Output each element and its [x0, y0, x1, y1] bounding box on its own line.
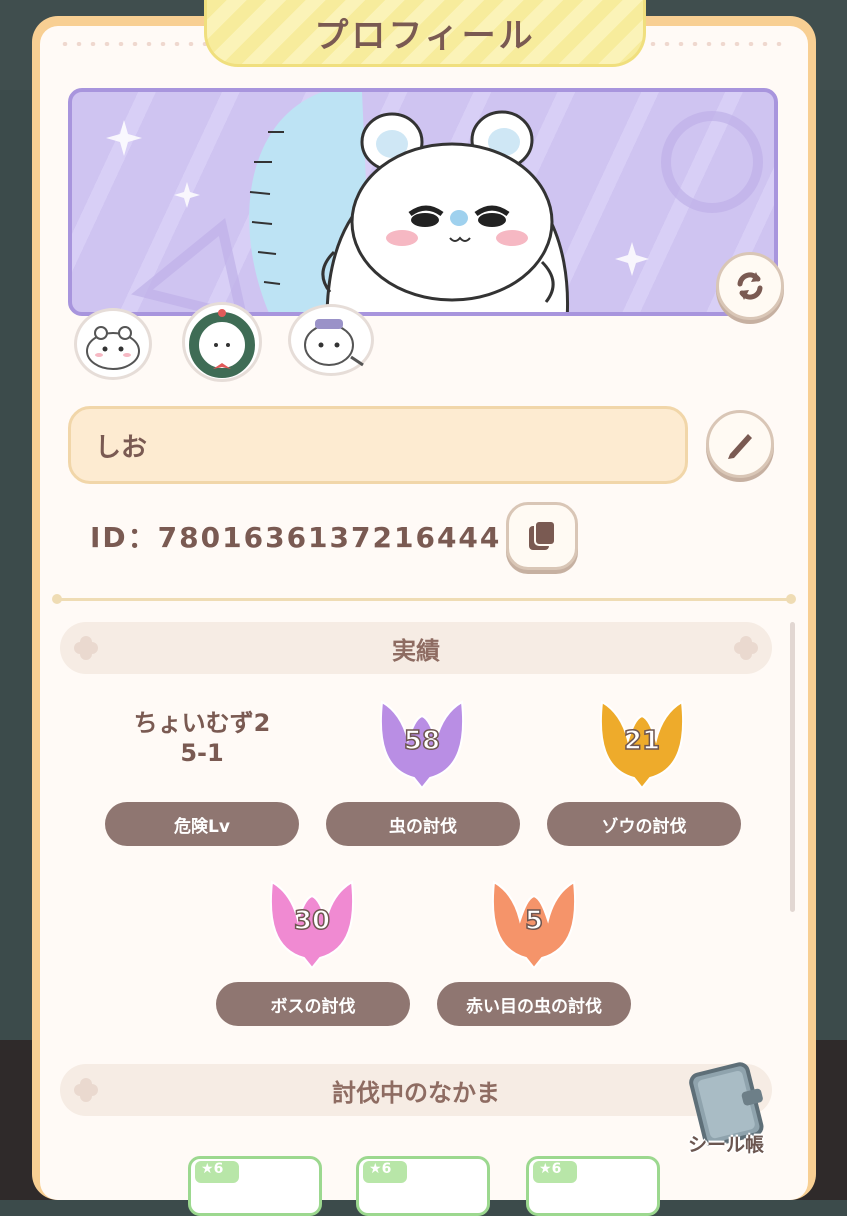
medal-elephant: 21: [594, 700, 690, 796]
player-name-text: しお: [95, 432, 148, 463]
pencil-icon: [728, 434, 752, 459]
red-eye-bug-defeat-label: 赤い目の虫の討伐: [437, 982, 631, 1026]
red-eye-bug-defeat-count: 5: [524, 905, 544, 937]
sticker-wreath[interactable]: [182, 302, 262, 382]
sticker-hamster-tools[interactable]: [288, 304, 374, 376]
danger-level-stage: ちょいむず2: [133, 709, 271, 737]
player-id-label: ID：: [90, 521, 158, 554]
danger-level-value: ちょいむず2 5-1: [104, 708, 300, 768]
companion-star-badge: ★6: [363, 1161, 407, 1183]
companion-card[interactable]: ★6: [188, 1156, 322, 1216]
danger-level-sub: 5-1: [180, 739, 224, 767]
bug-defeat-label: 虫の討伐: [326, 802, 520, 846]
player-name-field[interactable]: しお: [68, 406, 688, 484]
wreath-sticker-icon: [189, 309, 255, 378]
page-title: プロフィール: [314, 15, 536, 56]
achievements-title: 実績: [392, 636, 440, 665]
elephant-defeat-label: ゾウの討伐: [547, 802, 741, 846]
elephant-defeat-count: 21: [623, 725, 661, 757]
companion-badge-value: 6: [551, 1161, 562, 1177]
player-id: ID：7801636137216444: [90, 516, 501, 556]
clover-icon: [74, 1078, 98, 1102]
companion-badge-value: 6: [213, 1161, 224, 1177]
boss-defeat-label: ボスの討伐: [216, 982, 410, 1026]
boss-defeat-count: 30: [293, 905, 331, 937]
companions-header: 討伐中のなかま: [60, 1064, 772, 1116]
companion-card[interactable]: ★6: [356, 1156, 490, 1216]
banner-illustration: [106, 92, 763, 312]
achievements-header: 実績: [60, 622, 772, 674]
copy-id-button[interactable]: [506, 502, 578, 570]
danger-level-label: 危険Lv: [105, 802, 299, 846]
player-id-value: 7801636137216444: [157, 521, 502, 554]
refresh-icon: [737, 272, 763, 300]
hamster-tools-sticker-icon: [304, 319, 364, 367]
scrollbar[interactable]: [790, 622, 795, 912]
companion-badge-value: 6: [381, 1161, 392, 1177]
edit-name-button[interactable]: [706, 410, 774, 478]
refresh-banner-button[interactable]: [716, 252, 784, 320]
companions-title: 討伐中のなかま: [332, 1078, 500, 1107]
medal-red-eye-bug: 5: [486, 880, 582, 976]
clover-icon: [74, 636, 98, 660]
clover-icon: [734, 636, 758, 660]
copy-icon: [529, 520, 556, 550]
profile-banner: [68, 88, 778, 316]
medal-boss: 30: [264, 880, 360, 976]
medal-bug: 58: [374, 700, 470, 796]
companion-star-badge: ★6: [533, 1161, 577, 1183]
sticker-hamster-1[interactable]: [74, 308, 152, 380]
companion-star-badge: ★6: [195, 1161, 239, 1183]
bug-defeat-count: 58: [403, 725, 441, 757]
title-tab: プロフィール: [204, 0, 646, 67]
hamster-sticker-icon: [86, 326, 140, 370]
section-divider: [52, 594, 796, 604]
companion-card[interactable]: ★6: [526, 1156, 660, 1216]
sticker-book-label: シール帳: [687, 1134, 764, 1156]
